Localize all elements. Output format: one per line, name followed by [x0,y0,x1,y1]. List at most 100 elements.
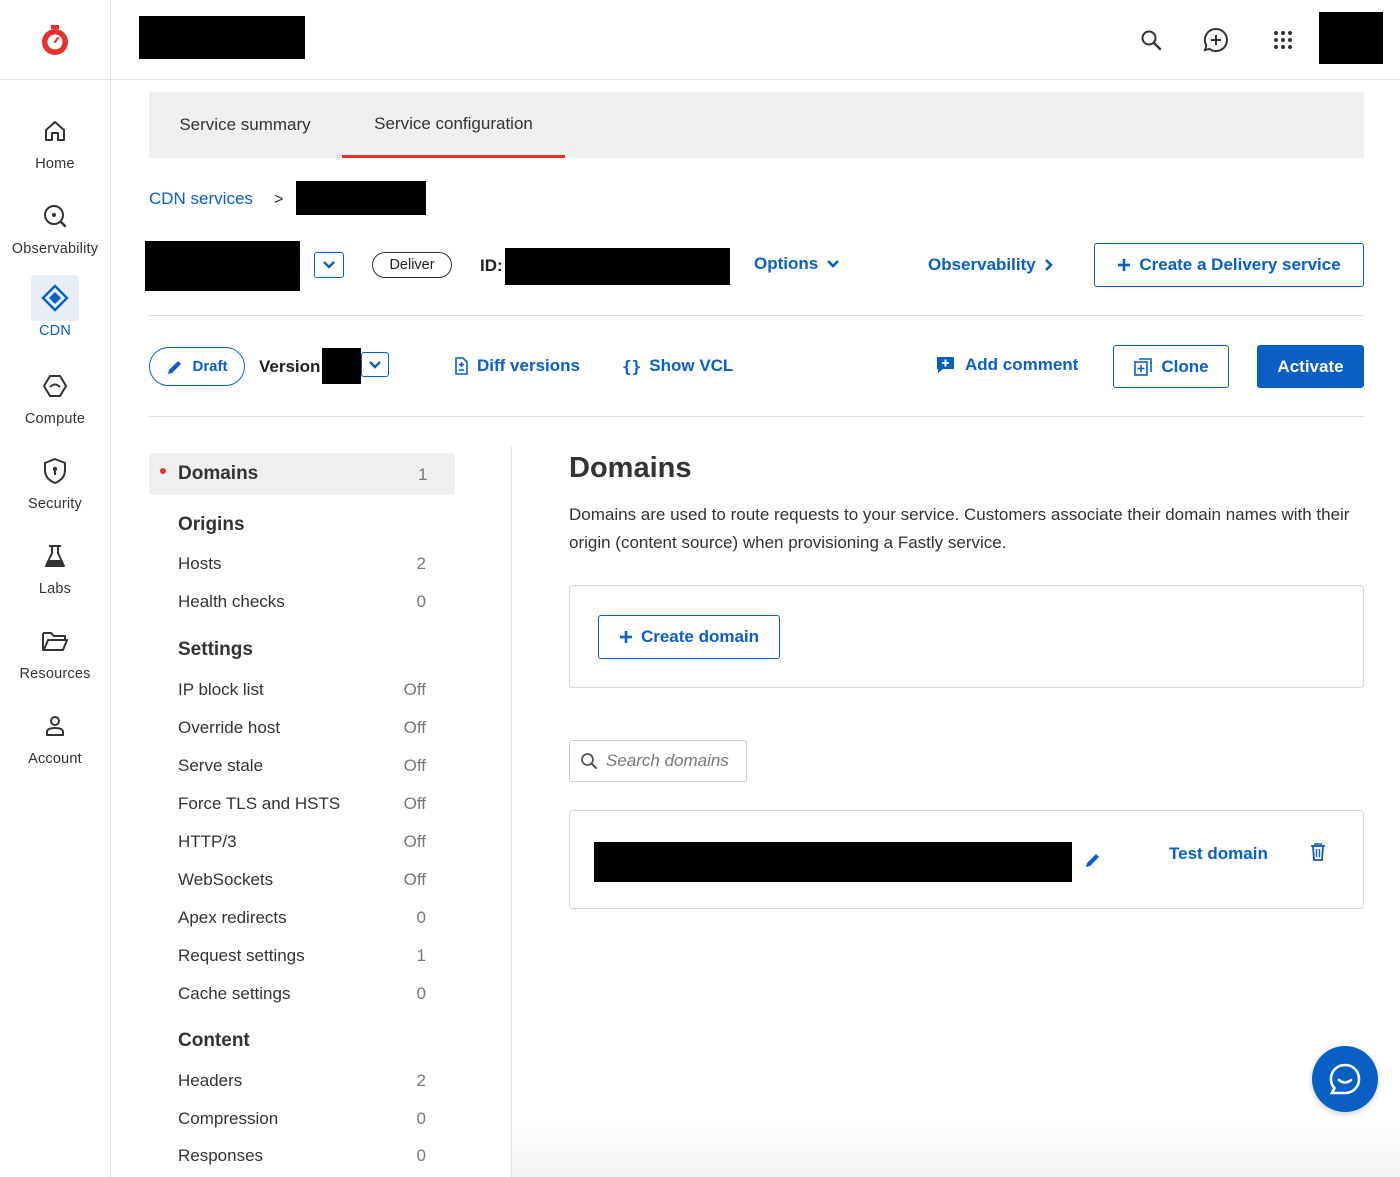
cdn-icon [31,275,79,321]
menu-domains-label: Domains [178,463,259,484]
sidebar-item-label: Observability [11,241,99,257]
plus-icon [619,631,632,643]
user-icon [31,703,79,749]
menu-heading-origins: Origins [178,514,245,535]
menu-item-label: Compression [178,1109,279,1128]
menu-item-hosts[interactable]: Hosts 2 [178,551,426,577]
version-label: Version [259,357,321,376]
menu-item-responses[interactable]: Responses 0 [178,1143,426,1169]
observability-link[interactable]: Observability [928,255,1054,275]
redacted-avatar[interactable] [1319,12,1383,64]
chevron-down-icon [323,261,335,269]
clone-label: Clone [1161,356,1209,376]
search-domains-input[interactable] [606,751,741,771]
version-switcher-button[interactable] [361,352,389,377]
menu-item-label: WebSockets [178,870,274,889]
options-label: Options [754,254,819,273]
show-vcl-link[interactable]: {} Show VCL [622,356,733,376]
redacted-account-name [139,16,305,59]
sidebar-item-resources[interactable]: Resources [0,618,110,698]
add-comment-link[interactable]: Add comment [935,355,1078,375]
plus-icon [1118,259,1131,271]
menu-item-label: Request settings [178,946,305,965]
sidebar-item-labs[interactable]: Labs [0,533,110,613]
menu-item-serve-stale[interactable]: Serve stale Off [178,753,426,779]
tab-service-configuration[interactable]: Service configuration [342,92,565,158]
create-domain-label: Create domain [640,627,760,646]
menu-item-value: 1 [416,946,426,965]
sidebar-item-observability[interactable]: Observability [0,193,110,273]
menu-item-label: Responses [178,1146,264,1165]
menu-item-value: 0 [416,1109,426,1128]
menu-item-headers[interactable]: Headers 2 [178,1068,426,1094]
menu-item-value: 0 [416,984,426,1003]
menu-item-value: Off [403,756,426,775]
scroll-fade [512,1120,1400,1177]
folder-icon [31,618,79,664]
create-delivery-service-button[interactable]: Create a Delivery service [1094,243,1364,287]
sidebar-item-label: Compute [24,411,86,427]
menu-item-label: HTTP/3 [178,832,237,851]
chat-bubble-icon [1329,1063,1361,1095]
redacted-domain-name [594,842,1072,882]
menu-item-value: 0 [416,908,426,927]
menu-item-override-host[interactable]: Override host Off [178,715,426,741]
sidebar-item-cdn[interactable]: CDN [0,275,110,355]
menu-item-compression[interactable]: Compression 0 [178,1106,426,1132]
activate-button[interactable]: Activate [1257,345,1364,388]
sidebar-item-compute[interactable]: Compute [0,363,110,443]
flask-icon [31,533,79,579]
apps-grid-icon[interactable] [1265,22,1301,58]
compute-icon [31,363,79,409]
menu-domains-count: 1 [418,465,428,484]
chat-support-button[interactable] [1312,1046,1378,1112]
edit-domain-button[interactable] [1084,851,1104,871]
menu-item-websockets[interactable]: WebSockets Off [178,867,426,893]
menu-item-cache-settings[interactable]: Cache settings 0 [178,981,426,1007]
sidebar-item-home[interactable]: Home [0,108,110,188]
breadcrumb-cdn-services[interactable]: CDN services [149,189,253,209]
menu-item-value: Off [403,870,426,889]
menu-item-label: Force TLS and HSTS [178,794,341,813]
menu-item-value: 0 [416,1146,426,1165]
menu-item-label: Hosts [178,554,222,573]
sidebar-item-security[interactable]: Security [0,448,110,528]
menu-item-value: 2 [416,1071,426,1090]
menu-item-value: Off [403,718,426,737]
diff-versions-link[interactable]: Diff versions [453,356,580,376]
menu-item-force-tls[interactable]: Force TLS and HSTS Off [178,791,426,817]
draft-button[interactable]: Draft [149,347,245,386]
menu-item-label: Override host [178,718,281,737]
clone-button[interactable]: Clone [1113,345,1229,388]
draft-label: Draft [192,358,228,375]
search-domains[interactable] [569,740,747,782]
menu-item-apex-redirects[interactable]: Apex redirects 0 [178,905,426,931]
options-dropdown[interactable]: Options [754,254,840,274]
menu-item-label: Cache settings [178,984,291,1003]
delete-domain-button[interactable] [1309,842,1329,864]
menu-item-health-checks[interactable]: Health checks 0 [178,589,426,615]
menu-item-value: Off [403,832,426,851]
comment-add-icon [937,357,954,373]
menu-item-ip-block-list[interactable]: IP block list Off [178,677,426,703]
chevron-right-icon [1044,259,1053,271]
feedback-icon[interactable] [1198,22,1234,58]
brand-logo[interactable] [0,0,111,80]
search-icon [581,753,597,769]
menu-item-request-settings[interactable]: Request settings 1 [178,943,426,969]
sidebar-item-account[interactable]: Account [0,703,110,783]
menu-heading-settings: Settings [178,639,253,660]
menu-item-http3[interactable]: HTTP/3 Off [178,829,426,855]
menu-heading-content: Content [178,1030,250,1051]
stopwatch-logo-icon [42,25,68,55]
create-domain-button[interactable]: Create domain [598,615,780,659]
menu-item-label: Health checks [178,592,285,611]
service-switcher-button[interactable] [314,252,344,278]
menu-item-label: IP block list [178,680,264,699]
search-icon[interactable] [1133,22,1169,58]
menu-item-label: Apex redirects [178,908,287,927]
test-domain-link[interactable]: Test domain [1169,844,1268,864]
service-id-label: ID: [480,256,503,275]
tab-service-summary[interactable]: Service summary [149,92,341,158]
chevron-down-icon [827,260,840,268]
